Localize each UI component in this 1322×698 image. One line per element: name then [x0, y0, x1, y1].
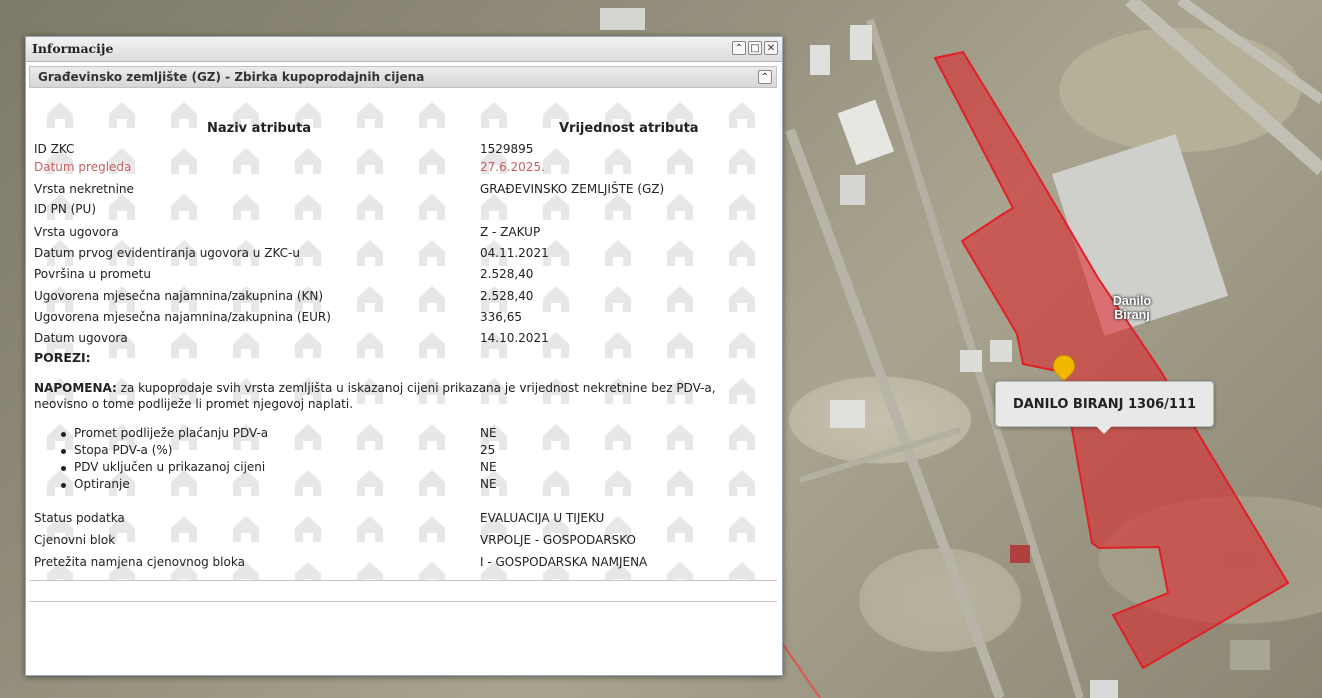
section-collapse-icon[interactable]: ⌃	[758, 70, 772, 84]
close-icon[interactable]: ✕	[764, 41, 778, 55]
column-header-value: Vrijednost atributa	[559, 121, 699, 136]
panel-footer-bar	[29, 580, 777, 602]
place-label: Danilo Biranj	[1102, 294, 1162, 322]
panel-tools: ⌃ □ ✕	[732, 41, 778, 55]
collapse-icon[interactable]: ⌃	[732, 41, 746, 55]
section-title: Građevinsko zemljište (GZ) - Zbirka kupo…	[38, 70, 425, 84]
place-label-line-1: Danilo	[1112, 294, 1152, 308]
parcel-tooltip-text: DANILO BIRANJ 1306/111	[1012, 396, 1197, 412]
parcel-tooltip: DANILO BIRANJ 1306/111	[995, 381, 1214, 434]
napomena-note: NAPOMENA: za kupoprodaje svih vrsta zeml…	[34, 380, 769, 412]
porezi-heading: POREZI:	[34, 350, 91, 365]
section-header[interactable]: Građevinsko zemljište (GZ) - Zbirka kupo…	[29, 66, 777, 88]
maximize-icon[interactable]: □	[748, 41, 762, 55]
napomena-label: NAPOMENA:	[34, 381, 117, 395]
column-header-name: Naziv atributa	[207, 121, 312, 136]
napomena-text: za kupoprodaje svih vrsta zemljišta u is…	[34, 381, 716, 411]
info-panel[interactable]: Informacije ⌃ □ ✕ Građevinsko zemljište …	[25, 36, 783, 676]
attribute-content: Naziv atributa Vrijednost atributa ID ZK…	[29, 92, 777, 602]
panel-header[interactable]: Informacije ⌃ □ ✕	[26, 37, 782, 62]
panel-title: Informacije	[32, 41, 114, 56]
place-label-line-2: Biranj	[1114, 308, 1150, 322]
house-watermark	[29, 92, 777, 602]
